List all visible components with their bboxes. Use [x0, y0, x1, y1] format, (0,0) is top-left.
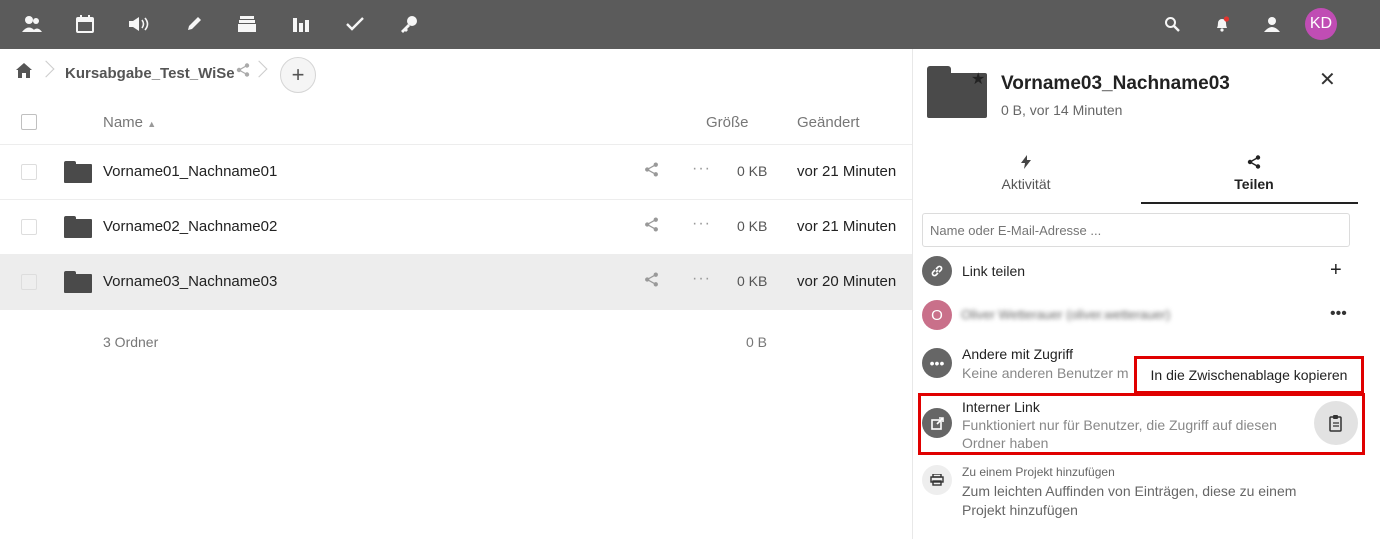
copy-tooltip: In die Zwischenablage kopieren: [1134, 356, 1364, 394]
projects-icon: [922, 465, 952, 495]
others-icon: •••: [922, 348, 952, 378]
more-actions-icon[interactable]: ···: [692, 270, 711, 288]
row-checkbox[interactable]: [21, 274, 37, 290]
share-icon[interactable]: [236, 63, 250, 80]
home-icon[interactable]: [16, 63, 34, 81]
check-icon[interactable]: [343, 12, 367, 36]
others-title: Andere mit Zugriff: [962, 346, 1074, 362]
star-icon[interactable]: ★: [971, 69, 985, 89]
row-checkbox[interactable]: [21, 219, 37, 235]
table-header: Name ▲ Größe Geändert: [0, 101, 912, 145]
lightning-icon: [913, 155, 1139, 172]
key-icon[interactable]: [397, 12, 421, 36]
folder-count-summary: 3 Ordner: [103, 334, 159, 350]
tab-share[interactable]: Teilen: [1141, 152, 1367, 204]
sharee-more-icon[interactable]: •••: [1330, 305, 1347, 323]
bell-icon[interactable]: [1210, 12, 1234, 36]
column-header-size[interactable]: Größe: [706, 114, 749, 131]
details-sidebar: ★ Vorname03_Nachname03 0 B, vor 14 Minut…: [912, 49, 1367, 539]
share-search-input[interactable]: [922, 213, 1350, 247]
project-title: Zu einem Projekt hinzufügen: [962, 465, 1115, 479]
share-icon[interactable]: [644, 217, 659, 236]
file-modified: vor 21 Minuten: [797, 163, 897, 180]
file-list-area: Kursabgabe_Test_WiSe + Name ▲ Größe Geän…: [0, 49, 912, 539]
folder-icon: [64, 216, 92, 238]
user-avatar[interactable]: KD: [1305, 8, 1337, 40]
file-size: 0 KB: [737, 273, 768, 289]
announcements-icon[interactable]: [127, 12, 151, 36]
tab-activity[interactable]: Aktivität: [913, 152, 1139, 202]
others-subtitle: Keine anderen Benutzer m: [962, 365, 1129, 381]
page-edge: [1358, 49, 1380, 539]
file-modified: vor 21 Minuten: [797, 218, 897, 235]
folder-icon: [64, 161, 92, 183]
file-size: 0 KB: [737, 218, 768, 234]
copy-to-clipboard-button[interactable]: [1314, 401, 1358, 445]
column-header-name[interactable]: Name ▲: [103, 114, 156, 131]
sidebar-title: Vorname03_Nachname03: [1001, 73, 1230, 94]
archive-icon[interactable]: [235, 12, 259, 36]
sharee-name: Oliver Wetterauer (oliver.wetterauer): [961, 307, 1171, 322]
breadcrumb-separator: [40, 60, 50, 82]
contacts-icon[interactable]: [20, 12, 44, 36]
column-header-modified[interactable]: Geändert: [797, 114, 860, 131]
top-navigation-bar: KD: [0, 0, 1380, 49]
pencil-icon[interactable]: [182, 12, 206, 36]
total-size-summary: 0 B: [746, 334, 768, 350]
chart-icon[interactable]: [289, 12, 313, 36]
add-link-share-button[interactable]: +: [1330, 259, 1342, 282]
link-share-label[interactable]: Link teilen: [962, 263, 1025, 279]
close-icon[interactable]: ✕: [1319, 67, 1336, 92]
table-row[interactable]: Vorname01_Nachname01 ··· 0 KB vor 21 Min…: [0, 145, 912, 200]
file-name[interactable]: Vorname03_Nachname03: [103, 273, 277, 290]
file-name[interactable]: Vorname02_Nachname02: [103, 218, 277, 235]
share-icon[interactable]: [644, 272, 659, 291]
table-row-selected[interactable]: Vorname03_Nachname03 ··· 0 KB vor 20 Min…: [0, 255, 912, 310]
select-all-checkbox[interactable]: [21, 114, 37, 130]
new-file-button[interactable]: +: [280, 57, 316, 93]
internal-link-highlight: [918, 393, 1365, 455]
clipboard-icon: [1329, 415, 1342, 432]
file-modified: vor 20 Minuten: [797, 273, 897, 290]
project-desc-2: Projekt hinzufügen: [962, 502, 1078, 518]
file-name[interactable]: Vorname01_Nachname01: [103, 163, 277, 180]
project-desc-1: Zum leichten Auffinden von Einträgen, di…: [962, 483, 1297, 499]
contacts-menu-icon[interactable]: [1260, 12, 1284, 36]
breadcrumb-separator: [253, 60, 263, 82]
sharee-avatar: O: [922, 300, 952, 330]
sort-ascending-icon: ▲: [147, 119, 157, 129]
calendar-icon[interactable]: [73, 12, 97, 36]
file-size: 0 KB: [737, 163, 768, 179]
folder-icon: [64, 271, 92, 293]
share-icon[interactable]: [644, 162, 659, 181]
link-icon: [922, 256, 952, 286]
row-checkbox[interactable]: [21, 164, 37, 180]
search-icon[interactable]: [1160, 12, 1184, 36]
table-row[interactable]: Vorname02_Nachname02 ··· 0 KB vor 21 Min…: [0, 200, 912, 255]
more-actions-icon[interactable]: ···: [692, 160, 711, 178]
sidebar-subtitle: 0 B, vor 14 Minuten: [1001, 102, 1123, 118]
more-actions-icon[interactable]: ···: [692, 215, 711, 233]
share-icon: [1141, 155, 1367, 172]
breadcrumb-current-folder[interactable]: Kursabgabe_Test_WiSe: [65, 65, 235, 82]
